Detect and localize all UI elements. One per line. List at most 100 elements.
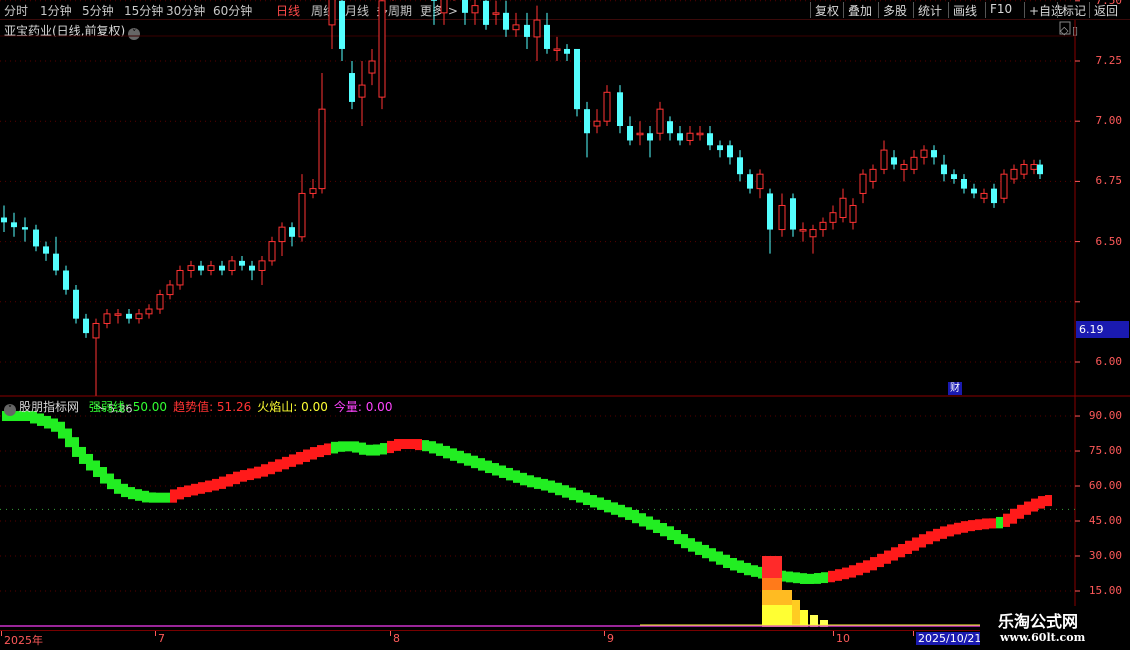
indicator-band-segment: [583, 492, 590, 506]
indicator-band-segment: [198, 482, 205, 494]
indicator-band-segment: [814, 573, 821, 584]
indicator-tick: 45.00: [1088, 514, 1122, 527]
indicator-legend: ˅ 股朋指标网 强弱线: 50.00 趋势值: 51.26 火焰山: 0.00 今量: …: [4, 398, 392, 416]
candle-body: [686, 132, 694, 141]
indicator-band-segment: [86, 453, 93, 471]
indicator-band-segment: [170, 489, 177, 503]
candle-body: [1030, 164, 1038, 170]
indicator-band-segment: [79, 446, 86, 464]
indicator-field-value: 51.26: [213, 400, 252, 414]
candle-body: [667, 121, 673, 134]
indicator-band-segment: [975, 519, 982, 531]
candle-body: [1010, 168, 1018, 180]
date-label: 8: [393, 632, 400, 645]
indicator-band-segment: [345, 441, 352, 452]
indicator-band-segment: [142, 490, 149, 503]
candle-body: [900, 164, 908, 170]
indicator-band-segment: [485, 460, 492, 474]
candle-body: [471, 5, 479, 14]
candle-body: [1020, 164, 1028, 175]
candle-body: [533, 19, 541, 38]
candle-body: [126, 313, 132, 319]
indicator-band-segment: [569, 487, 576, 501]
indicator-tick: 60.00: [1088, 479, 1122, 492]
finance-badge[interactable]: 财: [948, 382, 962, 395]
candle-body: [809, 229, 817, 238]
indicator-band-segment: [163, 492, 170, 503]
candle-body: [83, 318, 89, 334]
candle-body: [378, 0, 386, 98]
candle-body: [318, 108, 326, 190]
candle-body: [991, 188, 997, 204]
candle-body: [268, 241, 276, 262]
indicator-band-segment: [674, 530, 681, 545]
indicator-band-segment: [128, 487, 135, 500]
indicator-band-segment: [625, 507, 632, 520]
candle-body: [717, 145, 723, 151]
price-tick: 7.25: [1095, 54, 1123, 67]
candle-body: [483, 0, 489, 25]
candle-body: [859, 173, 867, 194]
indicator-band-segment: [359, 442, 366, 455]
chevron-down-icon[interactable]: ˅: [4, 404, 16, 416]
price-tick: 7.50: [1095, 0, 1123, 7]
indicator-band-segment: [905, 540, 912, 555]
candle-body: [737, 157, 743, 175]
indicator-band-segment: [1031, 498, 1038, 512]
indicator-band-segment: [807, 573, 814, 584]
indicator-band-segment: [926, 531, 933, 545]
indicator-band-segment: [191, 483, 198, 496]
date-axis: 2025年 7 8 9 10 2025/10/21: [0, 630, 1075, 650]
candle-body: [707, 133, 713, 146]
indicator-band-segment: [611, 502, 618, 515]
indicator-band-segment: [247, 468, 254, 481]
candle-body: [524, 24, 530, 37]
candle-body: [880, 149, 888, 170]
candle-body: [647, 133, 653, 141]
indicator-band-segment: [205, 480, 212, 493]
flame-bar: [762, 605, 782, 627]
indicator-field-value: 50.00: [128, 400, 168, 414]
indicator-band-segment: [849, 565, 856, 578]
indicator-band-segment: [422, 440, 429, 452]
candle-body: [239, 260, 245, 266]
candle-body: [1000, 173, 1008, 199]
indicator-band-segment: [240, 470, 247, 482]
candle-body: [63, 270, 69, 290]
indicator-band-segment: [450, 448, 457, 461]
indicator-band-segment: [492, 463, 499, 476]
indicator-band-segment: [709, 548, 716, 562]
candle-body: [462, 0, 468, 13]
indicator-band-segment: [373, 444, 380, 456]
indicator-band-segment: [1010, 508, 1017, 524]
candle-body: [328, 0, 336, 26]
candle-body: [574, 48, 580, 110]
kline-chart[interactable]: 8.685.86: [0, 0, 1130, 650]
indicator-band-segment: [996, 516, 1003, 529]
indicator-band-segment: [1024, 501, 1031, 515]
price-tick: 7.00: [1095, 114, 1123, 128]
indicator-band-segment: [954, 522, 961, 535]
date-tick: [390, 631, 391, 636]
candle-body: [799, 229, 807, 232]
indicator-band-segment: [212, 478, 219, 491]
indicator-band-segment: [590, 495, 597, 508]
indicator-band-segment: [254, 466, 261, 479]
date-tick: [833, 631, 834, 636]
candle-body: [228, 260, 236, 271]
indicator-band-segment: [415, 439, 422, 451]
indicator-band-segment: [653, 519, 660, 534]
indicator-band-segment: [520, 472, 527, 486]
indicator-band-segment: [51, 418, 58, 432]
indicator-band-segment: [912, 537, 919, 551]
candle-body: [156, 294, 164, 310]
indicator-tick: 15.00: [1088, 584, 1122, 597]
indicator-band-segment: [338, 441, 345, 452]
indicator-band-segment: [72, 437, 79, 457]
candle-body: [22, 227, 28, 230]
indicator-band-segment: [863, 560, 870, 573]
candle-body: [440, 0, 448, 14]
indicator-band-segment: [688, 538, 695, 552]
watermark-title: 乐淘公式网: [998, 612, 1079, 631]
indicator-band-segment: [842, 567, 849, 580]
